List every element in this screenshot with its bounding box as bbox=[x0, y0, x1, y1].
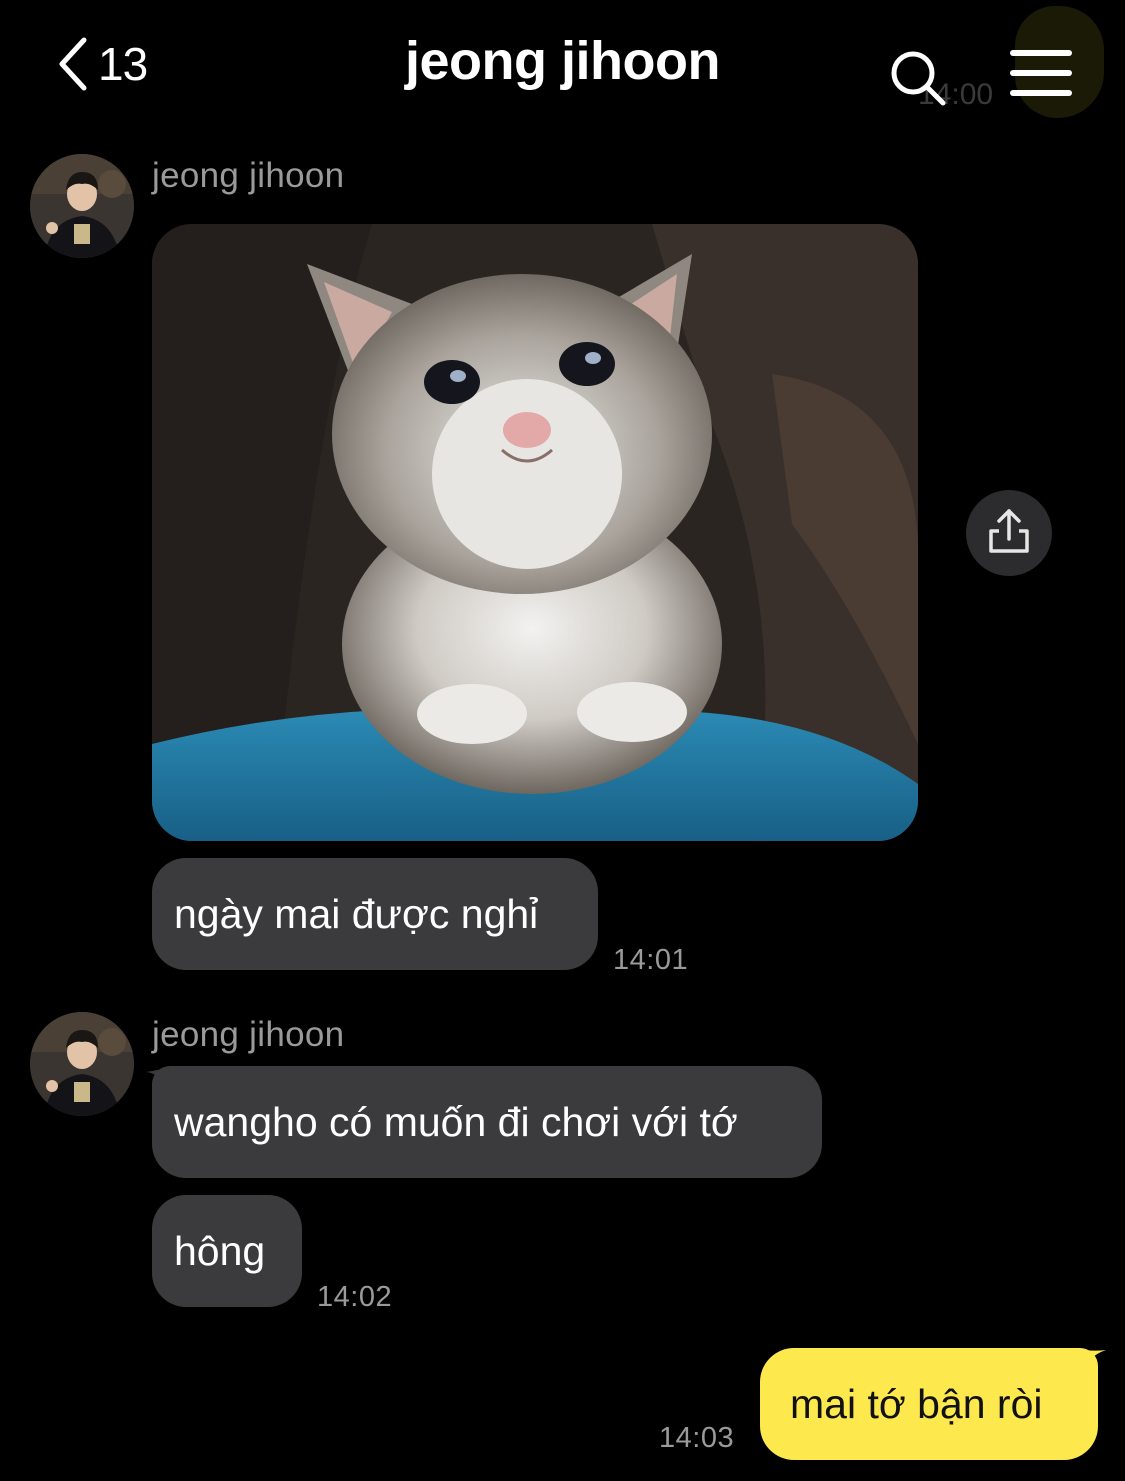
search-icon[interactable] bbox=[888, 48, 948, 108]
share-button[interactable] bbox=[966, 490, 1052, 576]
message-time: 14:02 bbox=[317, 1281, 393, 1313]
avatar[interactable] bbox=[30, 154, 134, 258]
message-text: wangho có muốn đi chơi với tớ bbox=[174, 1098, 738, 1145]
message-bubble[interactable]: hông bbox=[152, 1195, 302, 1307]
message-text: hông bbox=[174, 1227, 266, 1274]
avatar[interactable] bbox=[30, 1012, 134, 1116]
outgoing-message-bubble[interactable]: mai tớ bận ròi bbox=[760, 1348, 1098, 1460]
message-text: ngày mai được nghỉ bbox=[174, 890, 539, 937]
message-bubble[interactable]: wangho có muốn đi chơi với tớ bbox=[152, 1066, 822, 1178]
kitten-image bbox=[152, 224, 918, 841]
message-bubble[interactable]: ngày mai được nghỉ bbox=[152, 858, 598, 970]
menu-area bbox=[1010, 6, 1104, 118]
image-message-crying-kitten[interactable] bbox=[152, 224, 918, 841]
message-time: 14:01 bbox=[613, 944, 689, 976]
hamburger-menu-icon[interactable] bbox=[1010, 50, 1072, 102]
sender-name: jeong jihoon bbox=[152, 156, 345, 195]
sender-name: jeong jihoon bbox=[152, 1015, 345, 1054]
message-text: mai tớ bận ròi bbox=[790, 1380, 1043, 1427]
share-icon bbox=[989, 509, 1029, 553]
message-time: 14:03 bbox=[659, 1422, 735, 1454]
